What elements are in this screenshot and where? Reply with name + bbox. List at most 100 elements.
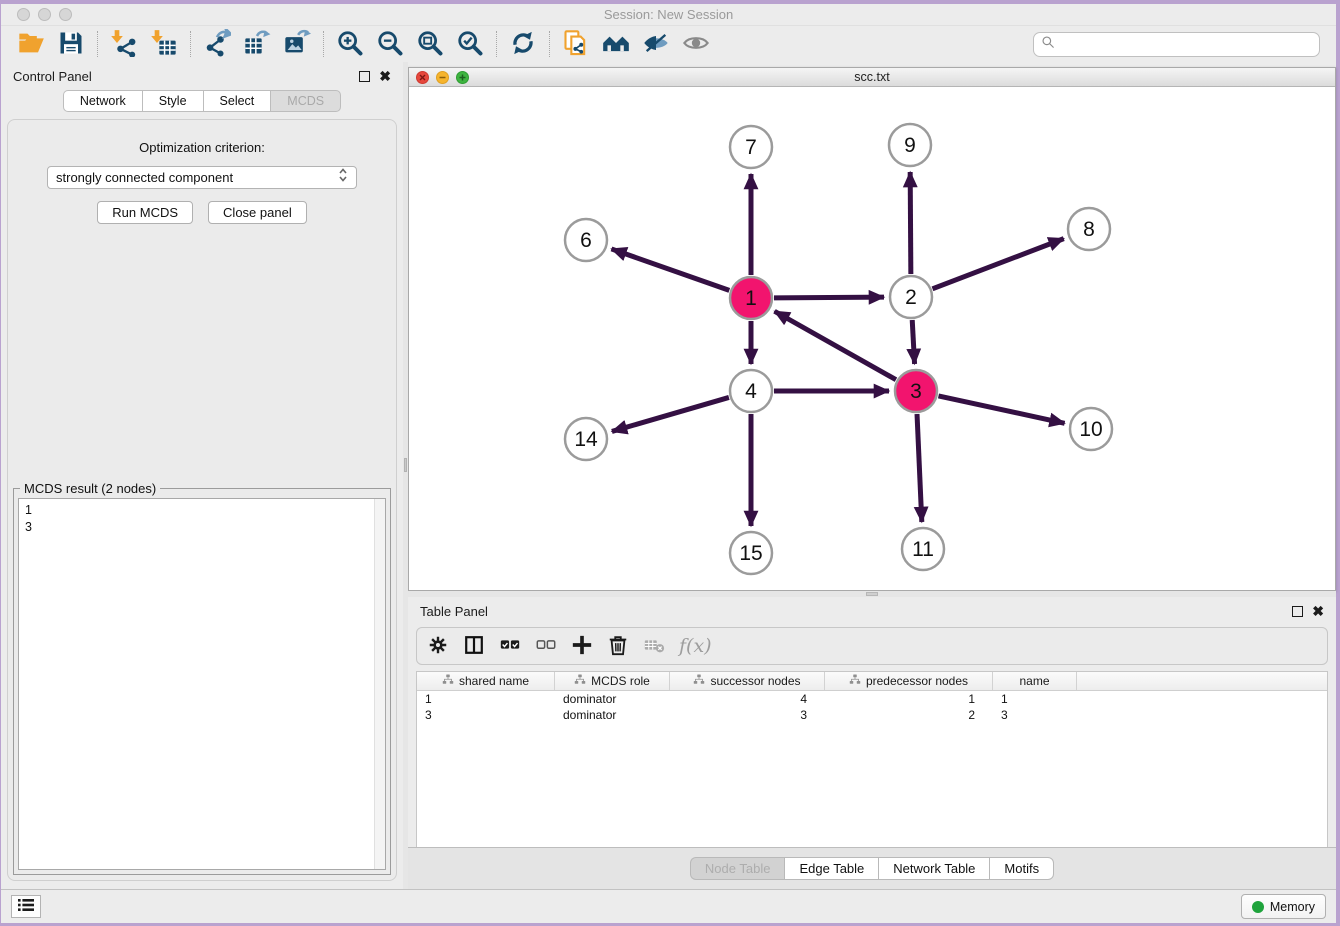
open-file-button[interactable]	[11, 28, 51, 60]
tree-icon	[693, 674, 705, 689]
close-network-icon[interactable]	[416, 71, 429, 84]
zoom-out-icon	[376, 29, 404, 60]
import-network-button[interactable]	[104, 28, 144, 60]
deselect-all-rows-button[interactable]	[535, 631, 557, 661]
column-header-MCDS-role[interactable]: MCDS role	[555, 672, 670, 690]
export-network-button[interactable]	[197, 28, 237, 60]
table-body: 1dominator4113dominator323	[417, 691, 1327, 723]
cell-r1-name[interactable]: 3	[993, 708, 1077, 722]
table-tab-strip: Node TableEdge TableNetwork TableMotifs	[408, 847, 1336, 889]
table-row[interactable]: 3dominator323	[417, 707, 1327, 723]
task-history-button[interactable]	[11, 895, 41, 918]
column-visibility-icon	[463, 634, 485, 659]
tab-select[interactable]: Select	[203, 90, 271, 112]
cell-r0-MCDS-role[interactable]: dominator	[555, 692, 670, 706]
clone-network-icon	[562, 29, 590, 60]
graph-edge-4-14[interactable]	[612, 397, 729, 431]
graph-edge-3-11[interactable]	[917, 414, 922, 522]
table-panel-title: Table Panel	[420, 604, 488, 619]
zoom-in-button[interactable]	[330, 28, 370, 60]
column-header-predecessor-nodes[interactable]: predecessor nodes	[825, 672, 993, 690]
tab-style[interactable]: Style	[142, 90, 203, 112]
cell-r1-predecessor-nodes[interactable]: 2	[825, 708, 993, 722]
export-table-button[interactable]	[237, 28, 277, 60]
memory-status-icon	[1252, 901, 1264, 913]
graph-edge-2-9[interactable]	[910, 172, 911, 274]
import-table-button[interactable]	[144, 28, 184, 60]
minimize-window-icon[interactable]	[38, 8, 51, 21]
graph-edge-1-6[interactable]	[611, 249, 729, 290]
mcds-result-text[interactable]: 1 3	[19, 499, 374, 869]
close-window-icon[interactable]	[17, 8, 30, 21]
tab-network-table[interactable]: Network Table	[878, 857, 989, 880]
refresh-layout-button[interactable]	[503, 28, 543, 60]
cell-r0-name[interactable]: 1	[993, 692, 1077, 706]
cell-r1-MCDS-role[interactable]: dominator	[555, 708, 670, 722]
cell-r1-shared-name[interactable]: 3	[417, 708, 555, 722]
window-title: Session: New Session	[604, 7, 733, 22]
search-input[interactable]	[1060, 37, 1312, 52]
horizontal-splitter[interactable]	[408, 591, 1336, 597]
show-panels-button[interactable]	[676, 28, 716, 60]
graph-edge-3-1[interactable]	[775, 311, 896, 379]
column-header-successor-nodes[interactable]: successor nodes	[670, 672, 825, 690]
export-image-button[interactable]	[277, 28, 317, 60]
zoom-network-icon[interactable]	[456, 71, 469, 84]
save-session-button[interactable]	[51, 28, 91, 60]
column-header-shared-name[interactable]: shared name	[417, 672, 555, 690]
search-box[interactable]	[1033, 32, 1320, 57]
cell-r0-predecessor-nodes[interactable]: 1	[825, 692, 993, 706]
select-all-rows-button[interactable]	[499, 631, 521, 661]
graph-node-label-11: 11	[912, 538, 934, 561]
close-table-panel-icon[interactable]: ✖	[1312, 604, 1324, 618]
home-view-button[interactable]	[596, 28, 636, 60]
delete-column-button[interactable]	[607, 631, 629, 661]
network-window-titlebar[interactable]: scc.txt	[409, 68, 1335, 87]
clone-network-button[interactable]	[556, 28, 596, 60]
tab-edge-table[interactable]: Edge Table	[784, 857, 878, 880]
optimization-select[interactable]: strongly connected component	[47, 166, 357, 189]
table-panel: Table Panel ✖ f(x) shared nameMCDS roles…	[408, 597, 1336, 889]
hide-panels-icon	[642, 29, 670, 60]
zoom-selected-button[interactable]	[450, 28, 490, 60]
home-view-icon	[602, 29, 630, 60]
graph-edge-3-10[interactable]	[938, 396, 1064, 423]
memory-button[interactable]: Memory	[1241, 894, 1326, 919]
tab-mcds[interactable]: MCDS	[270, 90, 341, 112]
toolbar-separator	[97, 31, 98, 57]
table-panel-header: Table Panel ✖	[408, 597, 1336, 625]
table-settings-button[interactable]	[427, 631, 449, 661]
zoom-window-icon[interactable]	[59, 8, 72, 21]
graph-edge-2-8[interactable]	[932, 239, 1063, 289]
close-panel-icon[interactable]: ✖	[379, 69, 391, 83]
tab-network[interactable]: Network	[63, 90, 142, 112]
tab-motifs[interactable]: Motifs	[989, 857, 1054, 880]
float-table-panel-icon[interactable]	[1292, 606, 1303, 617]
toolbar-separator	[549, 31, 550, 57]
function-builder-button: f(x)	[679, 631, 712, 661]
tab-node-table[interactable]: Node Table	[690, 857, 785, 880]
add-column-button[interactable]	[571, 631, 593, 661]
vertical-splitter[interactable]	[403, 62, 408, 889]
graph-edge-1-2[interactable]	[774, 297, 884, 298]
column-header-name[interactable]: name	[993, 672, 1077, 690]
zoom-fit-button[interactable]	[410, 28, 450, 60]
hide-panels-button[interactable]	[636, 28, 676, 60]
cell-r0-successor-nodes[interactable]: 4	[670, 692, 825, 706]
run-mcds-button[interactable]: Run MCDS	[97, 201, 193, 224]
minimize-network-icon[interactable]	[436, 71, 449, 84]
float-panel-icon[interactable]	[359, 71, 370, 82]
close-panel-button[interactable]: Close panel	[208, 201, 307, 224]
optimization-select-value: strongly connected component	[56, 170, 338, 185]
graph-edge-2-3[interactable]	[912, 320, 914, 364]
desktop-background: Session: New Session Control Panel	[0, 0, 1340, 926]
table-row[interactable]: 1dominator411	[417, 691, 1327, 707]
cell-r1-successor-nodes[interactable]: 3	[670, 708, 825, 722]
toolbar-groups	[11, 28, 716, 60]
zoom-out-button[interactable]	[370, 28, 410, 60]
cell-r0-shared-name[interactable]: 1	[417, 692, 555, 706]
result-scrollbar[interactable]	[374, 499, 385, 869]
table-toolbar: f(x)	[416, 627, 1328, 665]
column-visibility-button[interactable]	[463, 631, 485, 661]
network-canvas[interactable]: 7968124314101511	[409, 87, 1335, 590]
